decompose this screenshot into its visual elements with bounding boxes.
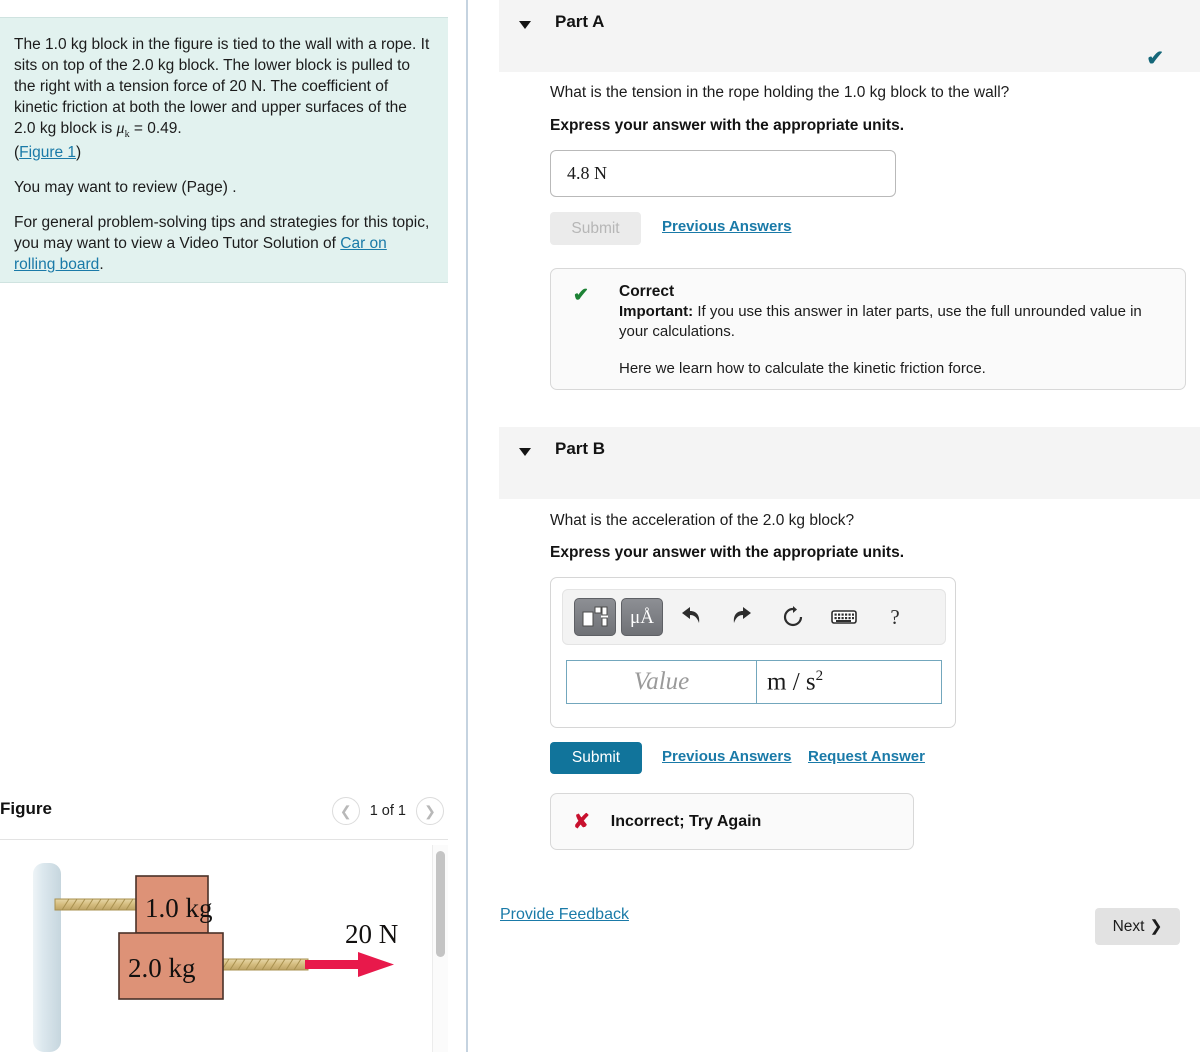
chevron-right-icon[interactable]: ❯	[416, 797, 444, 825]
figure-diagram: 1.0 kg 2.0 kg 20 N	[0, 845, 448, 1052]
correct-title: Correct	[619, 283, 675, 300]
next-button[interactable]: Next ❯	[1095, 908, 1180, 945]
part-b-value-placeholder: Value	[633, 668, 690, 695]
wall-shape	[33, 863, 61, 1052]
mu-k-symbol: μk	[116, 120, 130, 141]
force-label: 20 N	[345, 919, 398, 949]
period: .	[99, 256, 104, 274]
important-text: If you use this answer in later parts, u…	[619, 303, 1142, 341]
problem-paragraph-1: The 1.0 kg block in the figure is tied t…	[14, 34, 430, 163]
units-icon[interactable]: μÅ	[621, 598, 663, 636]
figure-panel-header: Figure ❮ 1 of 1 ❯	[0, 790, 448, 840]
paren-close: )	[76, 144, 82, 162]
correct-important-line: Important: If you use this answer in lat…	[619, 302, 1167, 343]
caret-down-icon[interactable]	[519, 448, 531, 456]
part-a-answer-value: 4.8 N	[567, 163, 607, 183]
redo-icon[interactable]	[719, 598, 765, 636]
problem-text-part-1: The 1.0 kg block in the figure is tied t…	[14, 36, 430, 138]
part-b-previous-answers-link[interactable]: Previous Answers	[662, 748, 792, 765]
correct-note: Here we learn how to calculate the kinet…	[619, 359, 986, 377]
keyboard-glyph	[831, 610, 857, 624]
part-b-answer-widget: μÅ ? Value m / s2	[550, 577, 956, 728]
reset-glyph	[783, 606, 803, 627]
part-a-status-check-icon: ✔	[1146, 47, 1164, 70]
force-arrow	[305, 952, 394, 977]
math-toolbar: μÅ ?	[562, 589, 946, 645]
mu-k-value: = 0.49.	[129, 120, 182, 138]
problem-paragraph-2: You may want to review (Page) .	[14, 179, 237, 197]
reset-icon[interactable]	[770, 598, 816, 636]
units-glyph: μÅ	[630, 606, 654, 628]
incorrect-text: Incorrect; Try Again	[610, 812, 762, 830]
left-panel: The 1.0 kg block in the figure is tied t…	[0, 0, 448, 1052]
chevron-left-icon[interactable]: ❮	[331, 797, 360, 825]
figure-navigation: ❮ 1 of 1 ❯	[331, 797, 444, 825]
help-icon[interactable]: ?	[872, 598, 918, 636]
help-glyph: ?	[890, 604, 900, 629]
part-a-question: What is the tension in the rope holding …	[550, 84, 1010, 101]
important-label: Important:	[619, 303, 694, 320]
part-b-submit-button[interactable]: Submit	[550, 742, 642, 774]
part-b-unit-input[interactable]: m / s2	[756, 660, 942, 704]
part-a-instruction: Express your answer with the appropriate…	[550, 117, 905, 134]
figure-1-link[interactable]: Figure 1	[19, 144, 76, 161]
figure-counter: 1 of 1	[369, 803, 406, 819]
unit-exponent: 2	[815, 667, 824, 684]
part-b-unit-value: m / s2	[767, 668, 823, 696]
part-b-label: Part B	[555, 439, 606, 458]
part-a-submit-button[interactable]: Submit	[550, 212, 641, 245]
part-a-header[interactable]: Part A	[499, 0, 1200, 72]
problem-statement-box: The 1.0 kg block in the figure is tied t…	[0, 17, 448, 283]
part-b-value-input[interactable]: Value	[566, 660, 757, 704]
math-template-glyph	[582, 606, 608, 627]
unit-base: m / s	[767, 668, 816, 696]
part-b-request-answer-link[interactable]: Request Answer	[808, 748, 925, 765]
part-b-header[interactable]: Part B	[499, 427, 1200, 499]
figure-scrollbar[interactable]	[432, 845, 448, 1052]
undo-glyph	[682, 607, 700, 623]
problem-paragraph-3: For general problem-solving tips and str…	[14, 212, 430, 275]
keyboard-icon[interactable]	[821, 598, 867, 636]
panel-divider	[466, 0, 468, 1052]
math-template-icon[interactable]	[574, 598, 616, 636]
part-b-instruction: Express your answer with the appropriate…	[550, 544, 905, 561]
figure-title: Figure	[0, 799, 52, 818]
cross-icon: ✘	[573, 811, 590, 833]
right-panel: Part A ✔ What is the tension in the rope…	[469, 0, 1200, 1052]
part-a-label: Part A	[555, 12, 605, 31]
caret-down-icon[interactable]	[519, 21, 531, 29]
chevron-right-icon: ❯	[1149, 918, 1163, 935]
next-label: Next	[1112, 917, 1145, 935]
undo-icon[interactable]	[668, 598, 714, 636]
block-lower-label: 2.0 kg	[128, 953, 196, 983]
part-b-incorrect-feedback: ✘ Incorrect; Try Again	[550, 793, 914, 850]
part-b-question: What is the acceleration of the 2.0 kg b…	[550, 512, 855, 529]
part-a-correct-feedback: ✔ Correct Important: If you use this ans…	[550, 268, 1186, 390]
redo-glyph	[733, 607, 751, 623]
check-icon: ✔	[573, 285, 589, 306]
part-a-answer-field[interactable]: 4.8 N	[550, 150, 896, 197]
provide-feedback-link[interactable]: Provide Feedback	[500, 906, 629, 924]
physics-diagram-svg: 1.0 kg 2.0 kg 20 N	[33, 863, 398, 1052]
figure-scrollbar-thumb[interactable]	[436, 851, 445, 957]
block-upper-label: 1.0 kg	[145, 893, 213, 923]
part-a-previous-answers-link[interactable]: Previous Answers	[662, 218, 792, 235]
